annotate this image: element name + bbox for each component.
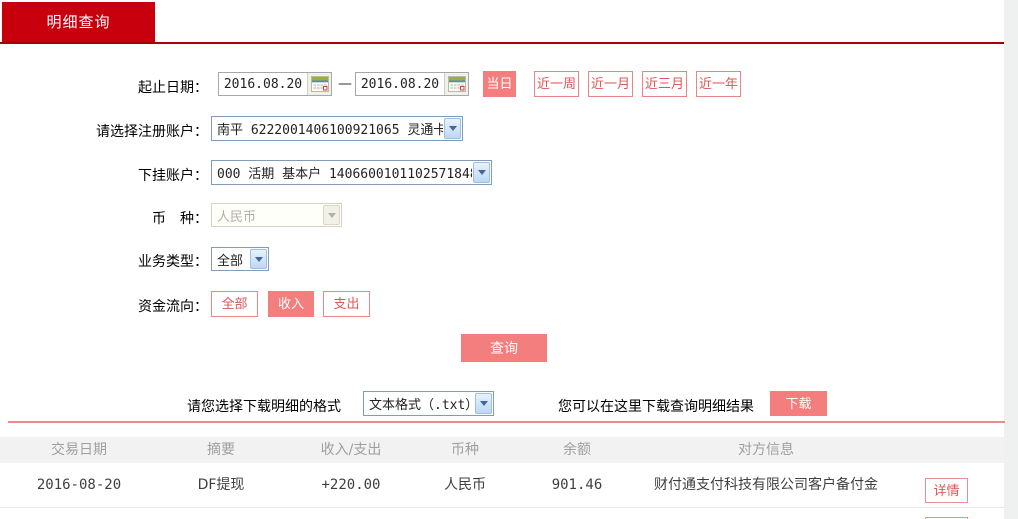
tab-detail-query[interactable]: 明细查询 bbox=[2, 2, 155, 42]
tab-underline bbox=[0, 42, 1004, 44]
column-header-amount: 收入/支出 bbox=[320, 442, 382, 458]
download-hint-text: 您可以在这里下载查询明细结果 bbox=[558, 399, 754, 415]
download-format-label: 请您选择下载明细的格式 bbox=[187, 399, 341, 415]
column-header-date: 交易日期 bbox=[51, 442, 107, 458]
quick-range-week-button[interactable]: 近一周 bbox=[534, 71, 579, 97]
quick-range-quarter-button[interactable]: 近三月 bbox=[642, 71, 687, 97]
chevron-down-icon[interactable] bbox=[250, 249, 267, 269]
business-type-value: 全部 bbox=[217, 253, 244, 269]
download-format-select[interactable]: 文本格式（.txt） bbox=[363, 391, 494, 416]
page-background-strip bbox=[1004, 0, 1018, 519]
currency-select: 人民币 bbox=[211, 203, 342, 227]
column-header-summary: 摘要 bbox=[207, 442, 235, 458]
cell-summary: DF提现 bbox=[197, 477, 245, 493]
quick-range-month-button[interactable]: 近一月 bbox=[588, 71, 633, 97]
registered-account-select[interactable]: 南平 6222001406100921065 灵通卡 bbox=[211, 116, 463, 141]
detail-query-page: 明细查询 起止日期： — bbox=[0, 0, 1018, 519]
chevron-down-icon bbox=[323, 205, 340, 225]
column-header-counterparty: 对方信息 bbox=[738, 442, 794, 458]
date-range-label: 起止日期： bbox=[138, 80, 208, 96]
cell-counterparty: 财付通支付科技有限公司客户备付金 bbox=[654, 477, 878, 493]
direction-income-button[interactable]: 收入 bbox=[268, 291, 314, 317]
currency-value: 人民币 bbox=[217, 209, 257, 225]
registered-account-value: 南平 6222001406100921065 灵通卡 bbox=[217, 123, 443, 138]
download-button[interactable]: 下载 bbox=[770, 391, 827, 416]
date-from-field[interactable] bbox=[218, 72, 332, 96]
cell-currency: 人民币 bbox=[444, 477, 486, 493]
table-row: 2016-08-20 DF提现 +220.00 人民币 901.46 财付通支付… bbox=[0, 463, 1004, 508]
query-button[interactable]: 查询 bbox=[461, 334, 547, 362]
calendar-icon[interactable] bbox=[307, 73, 331, 95]
download-format-value: 文本格式（.txt） bbox=[369, 398, 474, 413]
registered-account-label: 请选择注册账户： bbox=[96, 124, 208, 140]
fund-direction-label: 资金流向： bbox=[138, 299, 208, 315]
chevron-down-icon[interactable] bbox=[444, 118, 461, 139]
date-to-field[interactable] bbox=[355, 72, 469, 96]
direction-expense-button[interactable]: 支出 bbox=[323, 291, 370, 317]
chevron-down-icon[interactable] bbox=[473, 162, 490, 183]
business-type-label: 业务类型： bbox=[138, 254, 208, 270]
direction-all-button[interactable]: 全部 bbox=[211, 291, 258, 317]
date-from-input[interactable] bbox=[219, 76, 307, 92]
date-range-separator: — bbox=[338, 76, 352, 92]
section-divider bbox=[8, 421, 1005, 423]
business-type-select[interactable]: 全部 bbox=[211, 247, 269, 271]
cell-transaction-date: 2016-08-20 bbox=[36, 477, 122, 493]
cell-amount: +220.00 bbox=[321, 477, 381, 493]
quick-range-today-button[interactable]: 当日 bbox=[483, 71, 516, 97]
column-header-currency: 币种 bbox=[451, 442, 479, 458]
calendar-icon[interactable] bbox=[444, 73, 468, 95]
date-to-input[interactable] bbox=[356, 76, 444, 92]
sub-account-select[interactable]: 000 活期 基本户 1406600101102571848 bbox=[211, 160, 492, 185]
detail-button[interactable]: 详情 bbox=[925, 478, 968, 503]
sub-account-value: 000 活期 基本户 1406600101102571848 bbox=[217, 167, 472, 182]
sub-account-label: 下挂账户： bbox=[138, 168, 208, 184]
cell-balance: 901.46 bbox=[551, 477, 603, 493]
chevron-down-icon[interactable] bbox=[475, 393, 492, 414]
currency-label: 币 种： bbox=[152, 211, 208, 227]
table-header-row: 交易日期 摘要 收入/支出 币种 余额 对方信息 bbox=[0, 437, 1004, 463]
quick-range-year-button[interactable]: 近一年 bbox=[696, 71, 741, 97]
column-header-balance: 余额 bbox=[563, 442, 591, 458]
